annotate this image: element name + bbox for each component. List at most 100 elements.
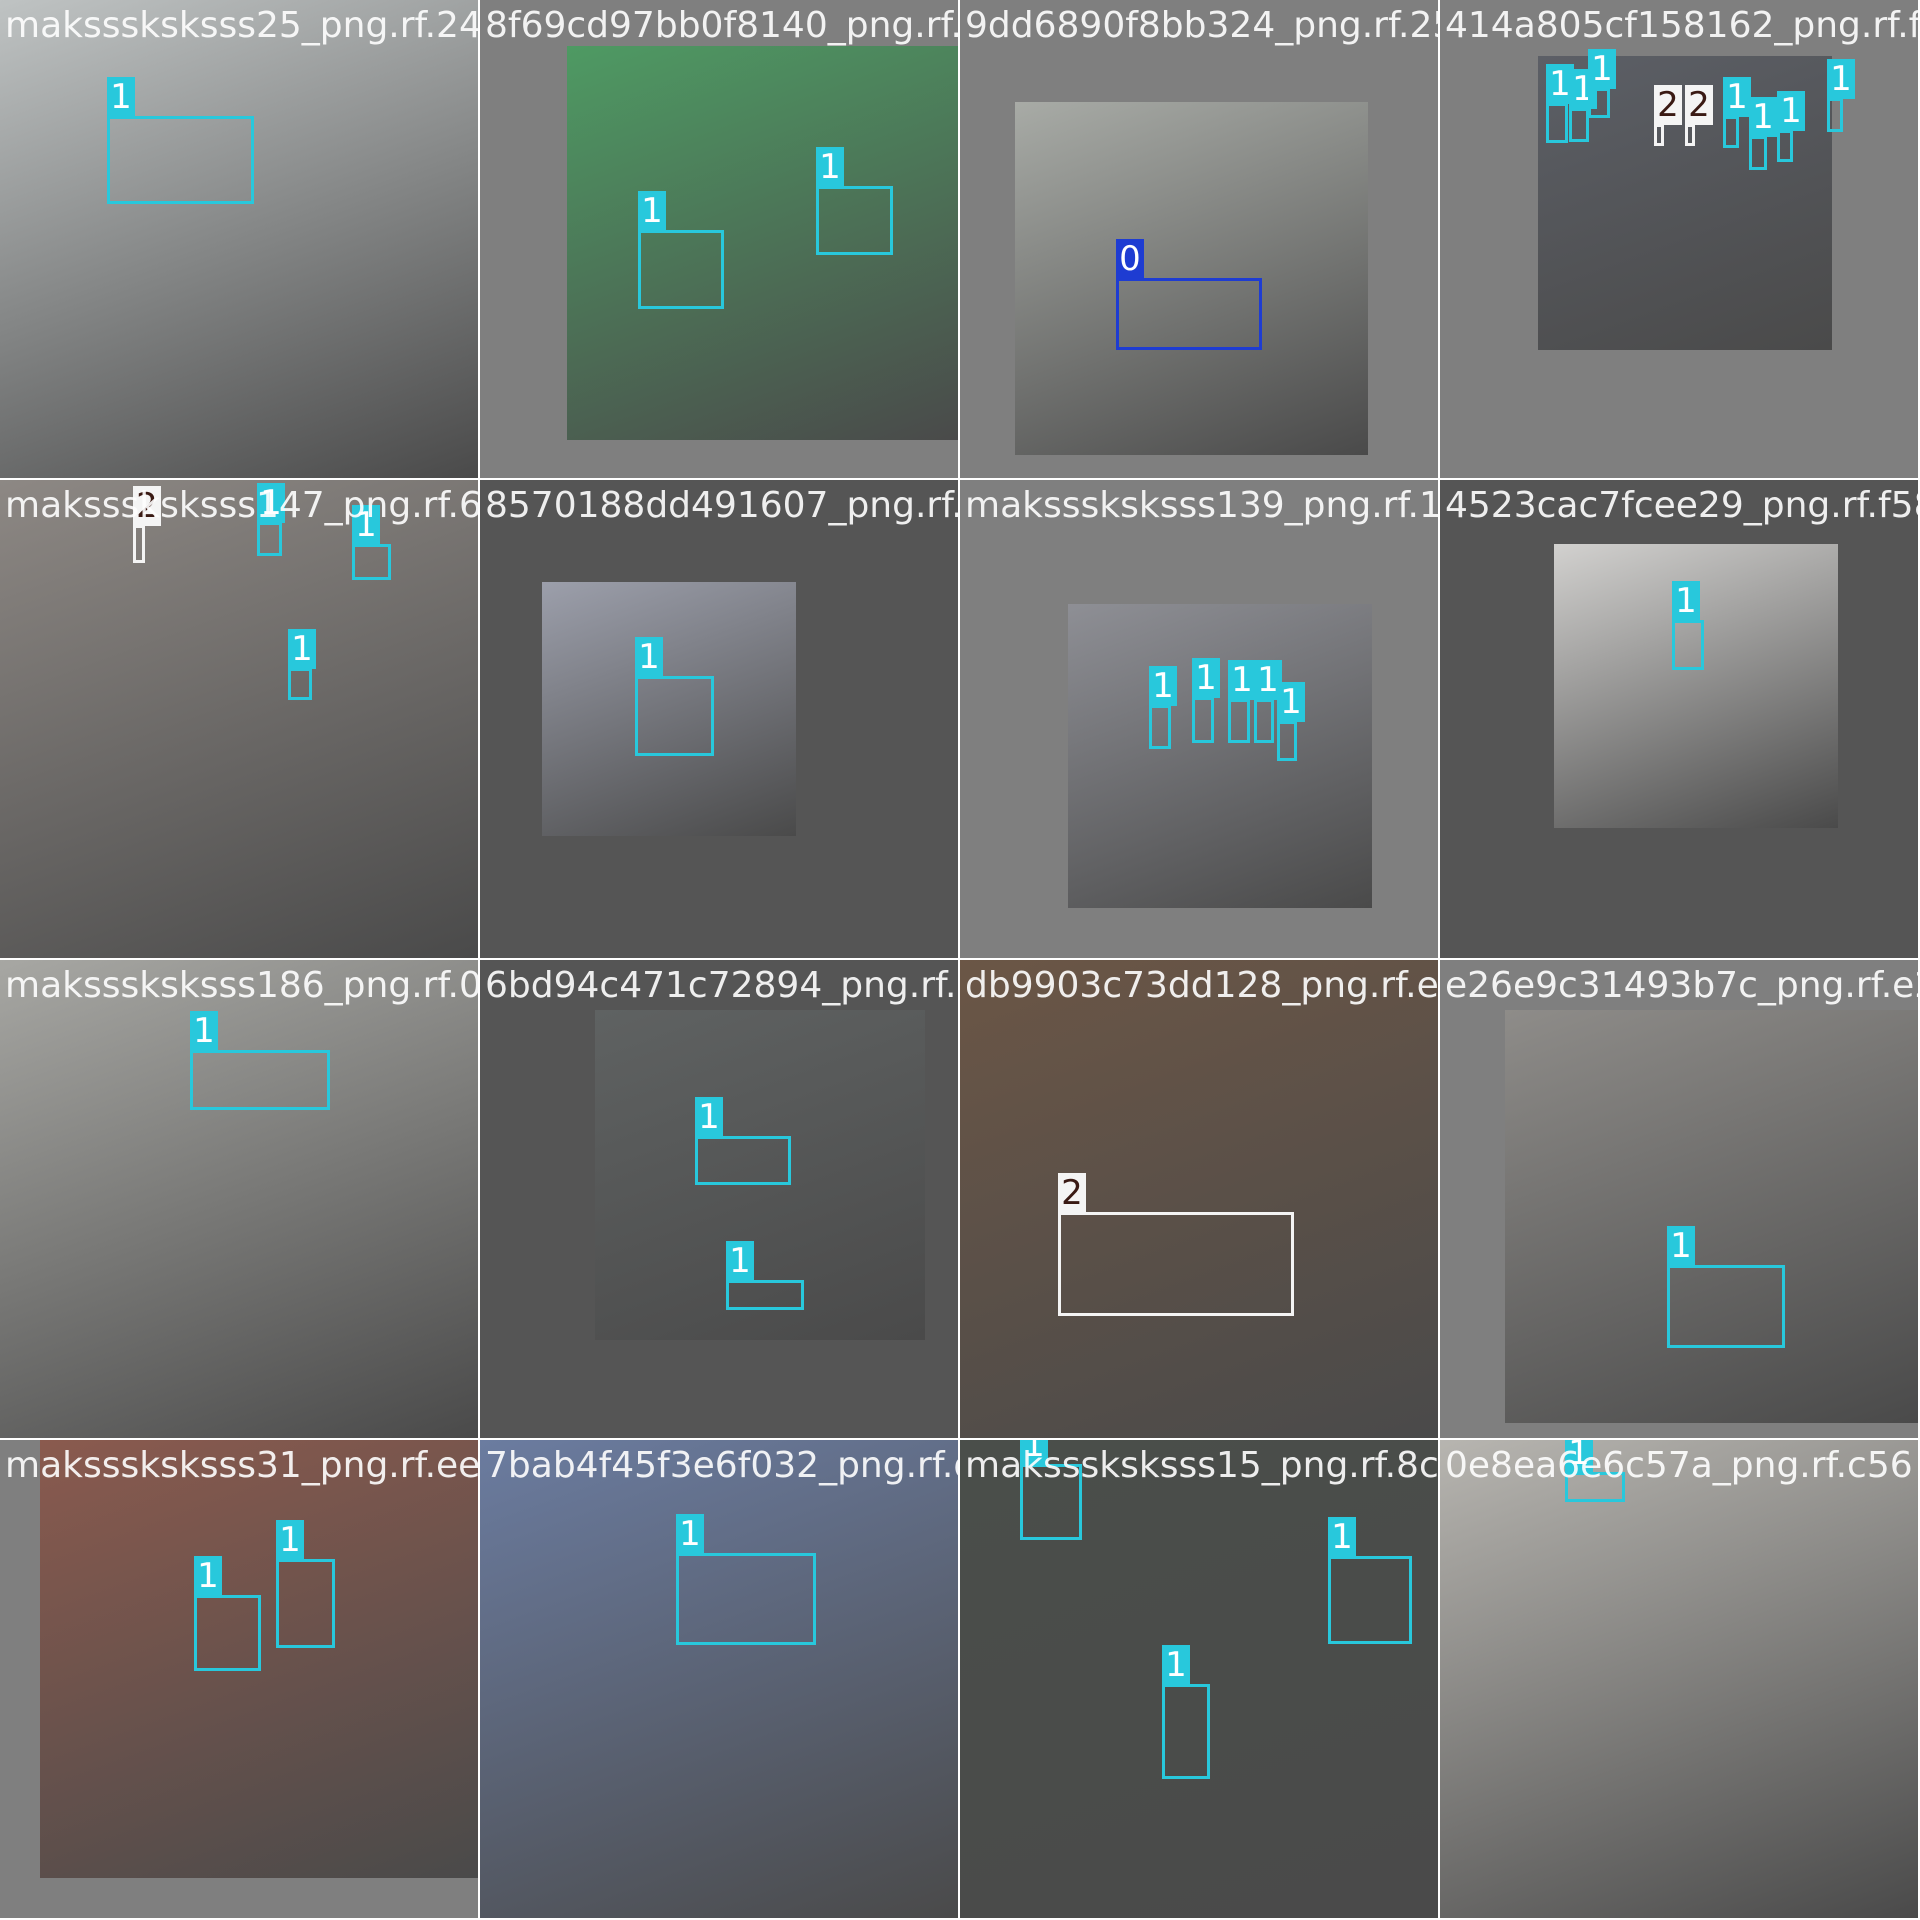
class-id-label: 1	[1277, 682, 1305, 722]
tile-filename-label: 4523cac7fcee29_png.rf.f58	[1445, 485, 1918, 526]
bounding-box: 1	[1569, 69, 1597, 142]
bounding-box: 2	[133, 486, 161, 563]
class-id-label: 1	[257, 483, 285, 523]
class-id-label: 1	[638, 191, 666, 231]
bounding-box: 1	[1777, 91, 1805, 162]
bounding-box: 1	[107, 77, 254, 204]
class-id-label: 1	[1228, 660, 1256, 700]
class-id-label: 1	[1162, 1645, 1190, 1685]
tile-photo	[1505, 1010, 1918, 1423]
mosaic-tile: 8570188dd491607_png.rf.4a4 1	[480, 480, 958, 958]
class-id-label: 2	[133, 486, 161, 526]
class-id-label: 1	[276, 1520, 304, 1560]
bounding-box: 1	[1672, 581, 1704, 670]
bounding-box: 1	[1192, 658, 1220, 743]
bounding-box: 1	[635, 637, 714, 756]
bounding-box: 1	[695, 1097, 791, 1185]
mosaic-tile: maksssksksss15_png.rf.8c 1 1 1	[960, 1440, 1438, 1918]
mosaic-tile: maksssksksss147_png.rf.6b 2 1 1 1	[0, 480, 478, 958]
class-id-label: 1	[1565, 1440, 1593, 1473]
tile-photo	[1068, 604, 1372, 908]
class-id-label: 1	[288, 629, 316, 669]
tile-filename-label: maksssksksss139_png.rf.127	[965, 485, 1438, 526]
tile-photo	[0, 480, 478, 958]
detection-mosaic: maksssksksss25_png.rf.24c 1 8f69cd97bb0f81…	[0, 0, 1920, 1920]
tile-photo	[567, 46, 958, 440]
bounding-box: 1	[276, 1520, 335, 1648]
tile-filename-label: 8570188dd491607_png.rf.4a4	[485, 485, 958, 526]
mosaic-tile: 9dd6890f8bb324_png.rf.256 0	[960, 0, 1438, 478]
mosaic-tile: e26e9c31493b7c_png.rf.e2b 1	[1440, 960, 1918, 1438]
tile-filename-label: 8f69cd97bb0f8140_png.rf.30	[485, 5, 958, 46]
class-id-label: 1	[194, 1556, 222, 1596]
class-id-label: 1	[107, 77, 135, 117]
bounding-box: 1	[1277, 682, 1305, 761]
class-id-label: 1	[726, 1241, 754, 1281]
tile-photo	[1440, 1440, 1918, 1918]
bounding-box: 1	[1149, 666, 1177, 749]
bounding-box: 1	[1228, 660, 1256, 743]
tile-filename-label: 6bd94c471c72894_png.rf.607	[485, 965, 958, 1006]
class-id-label: 1	[1588, 49, 1616, 89]
bounding-box: 1	[288, 629, 316, 700]
bounding-box: 1	[1020, 1440, 1082, 1540]
bounding-box: 1	[816, 147, 893, 255]
mosaic-tile: maksssksksss139_png.rf.127 1 1 1 1 1	[960, 480, 1438, 958]
bounding-box: 1	[352, 505, 391, 580]
bounding-box: 1	[1749, 97, 1777, 170]
mosaic-tile: 7bab4f45f3e6f032_png.rf.d8 1	[480, 1440, 958, 1918]
tile-photo	[0, 0, 478, 478]
mosaic-tile: db9903c73dd128_png.rf.e8 2	[960, 960, 1438, 1438]
bounding-box: 1	[726, 1241, 804, 1310]
bounding-box: 1	[676, 1514, 816, 1645]
class-id-label: 1	[816, 147, 844, 187]
mosaic-tile: 4523cac7fcee29_png.rf.f58 1	[1440, 480, 1918, 958]
bounding-box: 1	[1827, 59, 1855, 132]
bounding-box: 1	[257, 483, 285, 556]
class-id-label: 2	[1685, 85, 1713, 125]
class-id-label: 1	[676, 1514, 704, 1554]
bounding-box: 1	[194, 1556, 261, 1671]
mosaic-tile: 0e8ea6e6c57a_png.rf.c56 1	[1440, 1440, 1918, 1918]
class-id-label: 1	[1672, 581, 1700, 621]
class-id-label: 1	[352, 505, 380, 545]
bounding-box: 1	[190, 1011, 330, 1110]
tile-filename-label: 414a805cf158162_png.rf.ff4	[1445, 5, 1918, 46]
class-id-label: 1	[1749, 97, 1777, 137]
class-id-label: 1	[1328, 1517, 1356, 1557]
bounding-box: 1	[1546, 64, 1574, 143]
class-id-label: 1	[1192, 658, 1220, 698]
bounding-box: 2	[1058, 1173, 1294, 1316]
class-id-label: 1	[635, 637, 663, 677]
mosaic-tile: maksssksksss31_png.rf.eea 1 1	[0, 1440, 478, 1918]
mosaic-tile: 414a805cf158162_png.rf.ff4 1 1 1 2 2 1 1 1 1	[1440, 0, 1918, 478]
mosaic-tile: 8f69cd97bb0f8140_png.rf.30 1 1	[480, 0, 958, 478]
tile-photo	[480, 1440, 958, 1918]
class-id-label: 2	[1058, 1173, 1086, 1213]
bounding-box: 1	[1328, 1517, 1412, 1644]
bounding-box: 1	[1588, 49, 1616, 118]
class-id-label: 0	[1116, 239, 1144, 279]
tile-photo	[960, 960, 1438, 1438]
class-id-label: 1	[1149, 666, 1177, 706]
bounding-box: 2	[1654, 85, 1682, 146]
class-id-label: 1	[1723, 77, 1751, 117]
class-id-label: 1	[695, 1097, 723, 1137]
class-id-label: 1	[1667, 1226, 1695, 1266]
class-id-label: 1	[1827, 59, 1855, 99]
class-id-label: 2	[1654, 85, 1682, 125]
bounding-box: 2	[1685, 85, 1713, 146]
bounding-box: 1	[1723, 77, 1751, 148]
bounding-box: 0	[1116, 239, 1262, 350]
mosaic-tile: maksssksksss25_png.rf.24c 1	[0, 0, 478, 478]
bounding-box: 1	[1565, 1440, 1625, 1502]
bounding-box: 1	[638, 191, 724, 309]
tile-photo	[0, 960, 478, 1438]
class-id-label: 1	[1020, 1440, 1048, 1465]
mosaic-tile: 6bd94c471c72894_png.rf.607 1 1	[480, 960, 958, 1438]
class-id-label: 1	[1777, 91, 1805, 131]
bounding-box: 1	[1254, 660, 1282, 743]
mosaic-tile: maksssksksss186_png.rf.0b 1	[0, 960, 478, 1438]
tile-filename-label: 9dd6890f8bb324_png.rf.256	[965, 5, 1438, 46]
bounding-box: 1	[1667, 1226, 1785, 1348]
